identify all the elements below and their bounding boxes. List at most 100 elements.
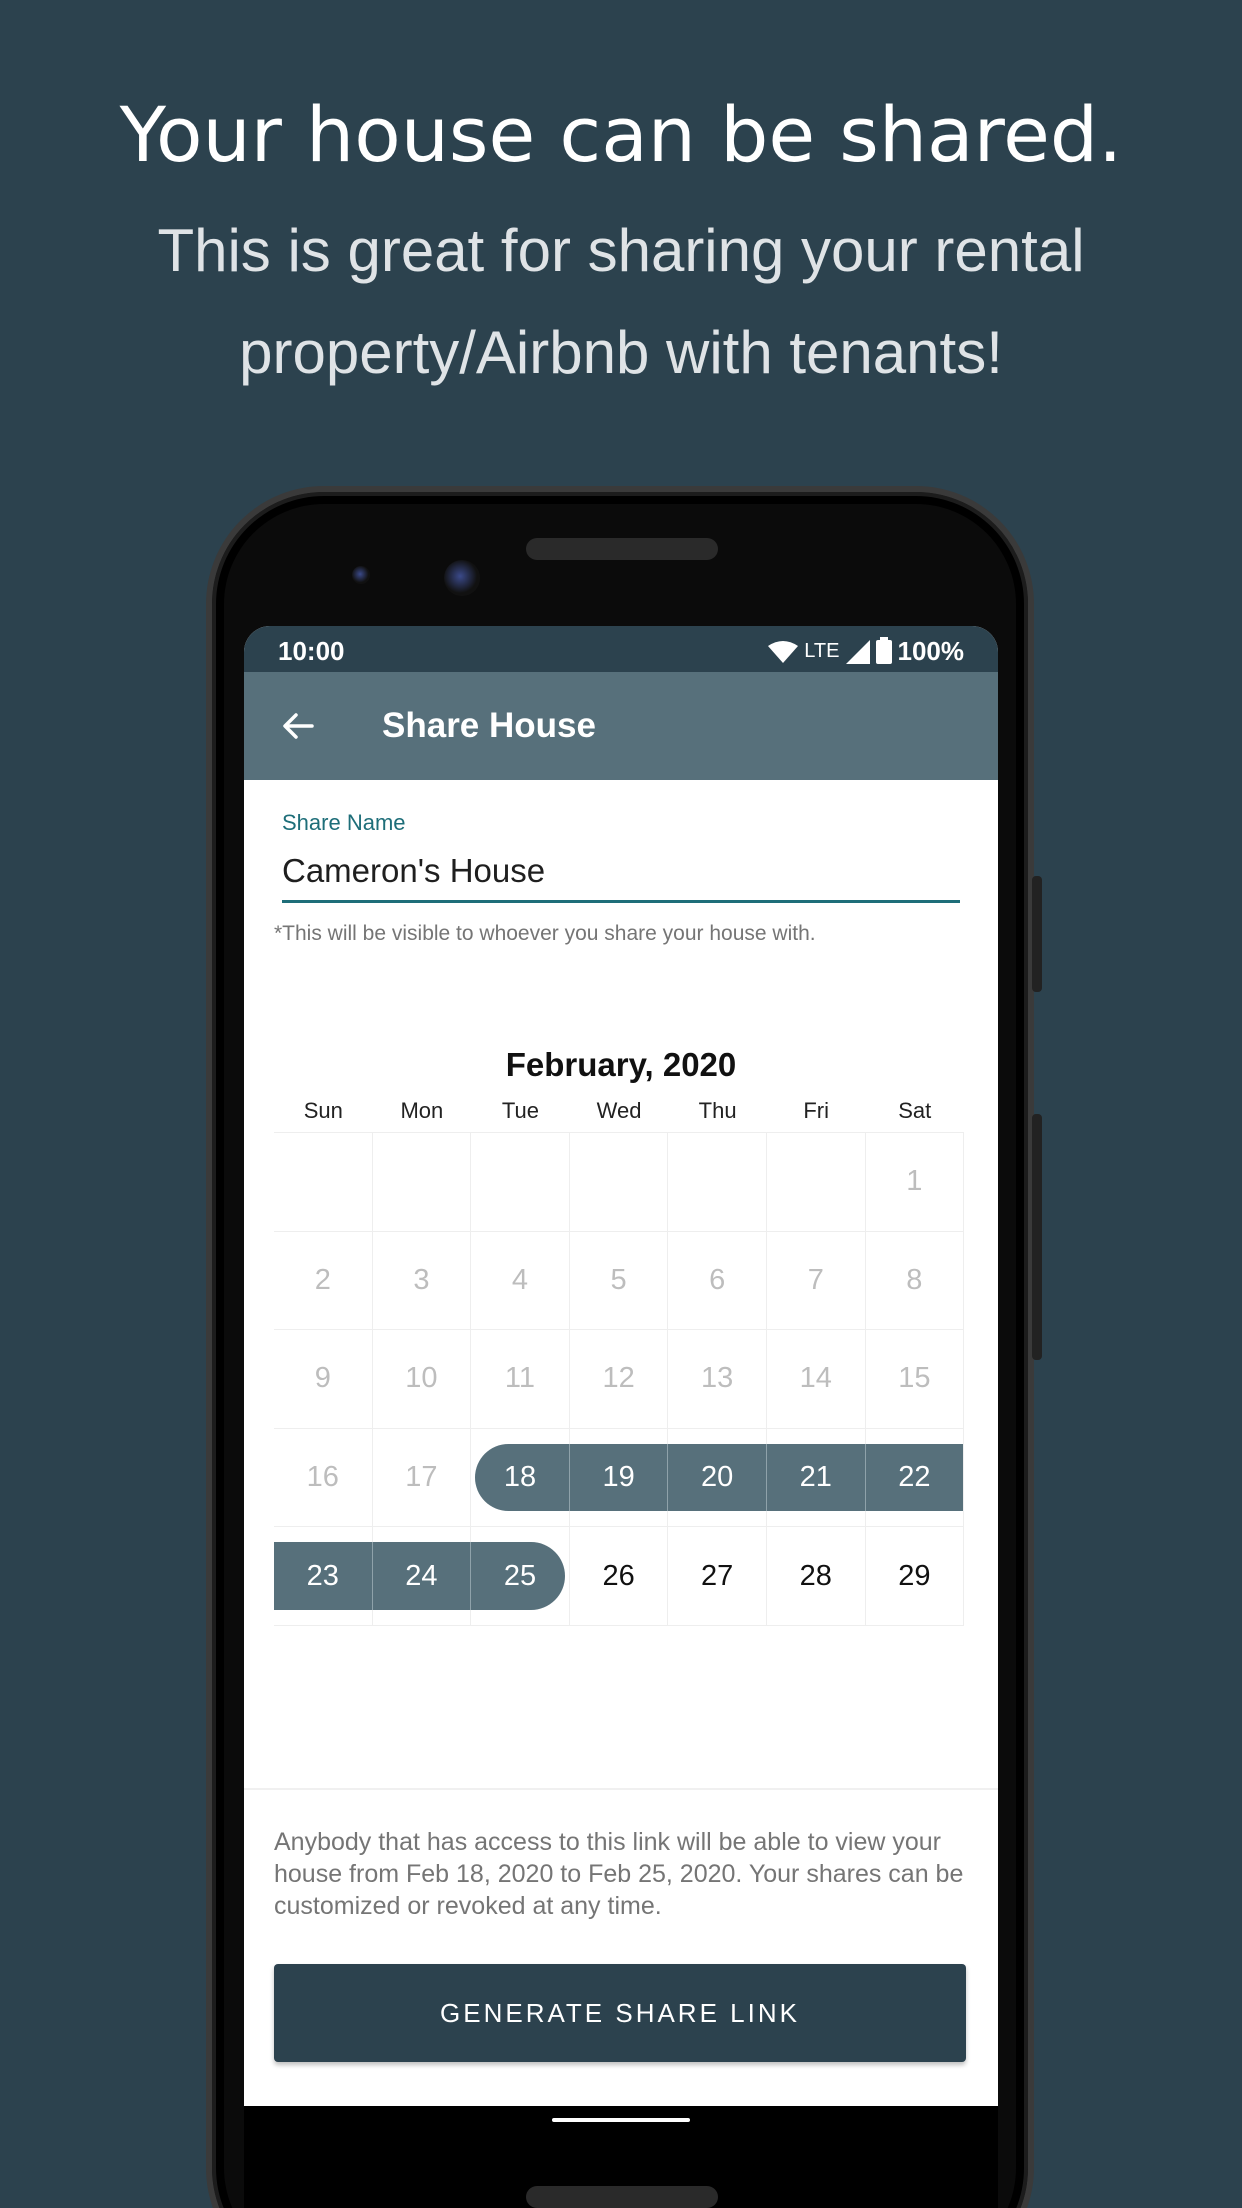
status-bar: 10:00 LTE 100% xyxy=(244,626,998,672)
calendar-empty-cell xyxy=(471,1133,570,1232)
calendar-day[interactable]: 4 xyxy=(471,1231,570,1331)
calendar-day-number: 28 xyxy=(799,1559,832,1592)
calendar-day-number: 20 xyxy=(701,1461,734,1494)
selection-separator xyxy=(568,1443,570,1512)
calendar-day[interactable]: 15 xyxy=(865,1330,965,1429)
status-time: 10:00 xyxy=(278,636,345,666)
calendar-day-number: 17 xyxy=(405,1461,438,1494)
calendar-day[interactable]: 13 xyxy=(668,1330,767,1429)
divider xyxy=(244,1788,998,1790)
calendar-day-number: 22 xyxy=(898,1461,931,1494)
calendar-day-number: 14 xyxy=(799,1362,832,1395)
weekday-label: Tue xyxy=(501,1098,539,1123)
promo-subhead: This is great for sharing your rental pr… xyxy=(157,217,1085,386)
calendar-day-number: 11 xyxy=(504,1362,536,1395)
selection-separator xyxy=(470,1542,472,1610)
calendar-day[interactable]: 11 xyxy=(471,1330,570,1429)
calendar-day-number: 18 xyxy=(503,1461,537,1494)
calendar-day[interactable]: 22 xyxy=(865,1428,965,1528)
calendar-day[interactable]: 21 xyxy=(766,1428,866,1528)
calendar-day[interactable]: 7 xyxy=(766,1231,866,1331)
calendar-day[interactable]: 16 xyxy=(274,1428,373,1528)
calendar-day[interactable]: 27 xyxy=(668,1527,767,1626)
calendar-day[interactable]: 17 xyxy=(372,1428,472,1528)
phone-speaker xyxy=(526,538,718,560)
calendar-day-number: 26 xyxy=(602,1559,635,1592)
calendar-day-number: 12 xyxy=(602,1362,635,1395)
calendar-day[interactable]: 12 xyxy=(569,1330,669,1429)
calendar-empty-cell xyxy=(372,1133,472,1232)
calendar-day-number: 24 xyxy=(405,1559,438,1592)
battery-icon xyxy=(875,636,892,664)
calendar-day-number: 15 xyxy=(898,1362,931,1395)
calendar-empty-cell xyxy=(766,1133,866,1232)
calendar-month-title: February, 2020 xyxy=(505,1046,737,1083)
wifi-icon xyxy=(768,640,799,663)
calendar-day-number: 21 xyxy=(799,1461,832,1494)
network-label: LTE xyxy=(804,640,840,662)
calendar-day-number: 3 xyxy=(413,1263,430,1296)
calendar-day[interactable]: 29 xyxy=(865,1527,965,1626)
calendar-day-number: 19 xyxy=(602,1461,635,1494)
arrow-back-icon[interactable] xyxy=(280,708,316,744)
calendar-day-number: 16 xyxy=(306,1461,339,1494)
calendar-day[interactable]: 23 xyxy=(274,1527,373,1626)
weekday-label: Fri xyxy=(803,1098,829,1123)
phone-side-button xyxy=(1032,876,1042,992)
calendar-day-number: 1 xyxy=(906,1165,923,1198)
calendar-day[interactable]: 20 xyxy=(668,1428,767,1528)
phone-screen: 10:00 LTE 100% Share House Share Name Ca… xyxy=(244,626,998,2106)
calendar-empty-cell xyxy=(274,1133,373,1232)
calendar-day-number: 7 xyxy=(807,1263,824,1296)
calendar-day[interactable]: 8 xyxy=(865,1231,965,1331)
calendar-day[interactable]: 26 xyxy=(569,1527,669,1626)
share-name-underline xyxy=(282,900,960,903)
calendar-day[interactable]: 19 xyxy=(569,1428,669,1528)
calendar-day[interactable]: 1 xyxy=(865,1133,965,1232)
calendar-day[interactable]: 10 xyxy=(372,1330,472,1429)
weekday-label: Sun xyxy=(303,1098,343,1123)
selection-separator xyxy=(864,1443,866,1512)
calendar-day[interactable]: 6 xyxy=(668,1231,767,1331)
selection-separator xyxy=(765,1443,767,1512)
calendar-day[interactable]: 9 xyxy=(274,1330,373,1429)
calendar-day[interactable]: 14 xyxy=(766,1330,866,1429)
phone-camera xyxy=(444,560,480,596)
calendar-weekday-header: Sun Mon Tue Wed Thu Fri Sat xyxy=(274,1098,964,1124)
promo-headline: Your house can be shared. xyxy=(119,90,1123,179)
selection-separator xyxy=(371,1542,373,1610)
calendar-day[interactable]: 24 xyxy=(372,1527,472,1626)
calendar-day[interactable]: 3 xyxy=(372,1231,472,1331)
weekday-label: Mon xyxy=(400,1098,444,1123)
status-icons: LTE 100% xyxy=(768,636,964,667)
signal-icon xyxy=(845,639,870,664)
calendar-empty-cell xyxy=(569,1133,669,1232)
app-bar: Share House xyxy=(244,672,998,780)
calendar-day-number: 25 xyxy=(503,1559,537,1592)
weekday-label: Thu xyxy=(698,1098,737,1123)
calendar-day-number: 8 xyxy=(906,1263,923,1296)
share-name-input[interactable]: Cameron's House xyxy=(282,852,545,890)
phone-volume-button xyxy=(1032,1114,1042,1360)
phone-sensor xyxy=(352,566,370,584)
selection-separator xyxy=(667,1443,669,1512)
calendar-day-number: 13 xyxy=(701,1362,734,1395)
calendar-day-number: 27 xyxy=(701,1559,734,1592)
calendar-day-number: 23 xyxy=(306,1559,339,1592)
calendar-day-number: 10 xyxy=(405,1362,438,1395)
share-name-label: Share Name xyxy=(282,810,406,835)
phone-bottom-speaker xyxy=(526,2186,718,2208)
calendar-day-number: 9 xyxy=(314,1362,331,1395)
calendar-day[interactable]: 28 xyxy=(766,1527,866,1626)
calendar-day[interactable]: 5 xyxy=(569,1231,669,1331)
battery-percent: 100% xyxy=(897,636,965,666)
home-indicator[interactable] xyxy=(552,2118,690,2122)
calendar-day[interactable]: 2 xyxy=(274,1231,373,1331)
generate-share-link-button[interactable]: GENERATE SHARE LINK xyxy=(274,1964,966,2062)
weekday-label: Sat xyxy=(898,1098,932,1123)
calendar-day-number: 4 xyxy=(511,1263,529,1296)
calendar-day[interactable]: 18 xyxy=(471,1428,570,1528)
share-info-text: Anybody that has access to this link wil… xyxy=(274,1828,964,1920)
calendar-day[interactable]: 25 xyxy=(471,1527,570,1626)
calendar-day-number: 29 xyxy=(898,1559,931,1592)
